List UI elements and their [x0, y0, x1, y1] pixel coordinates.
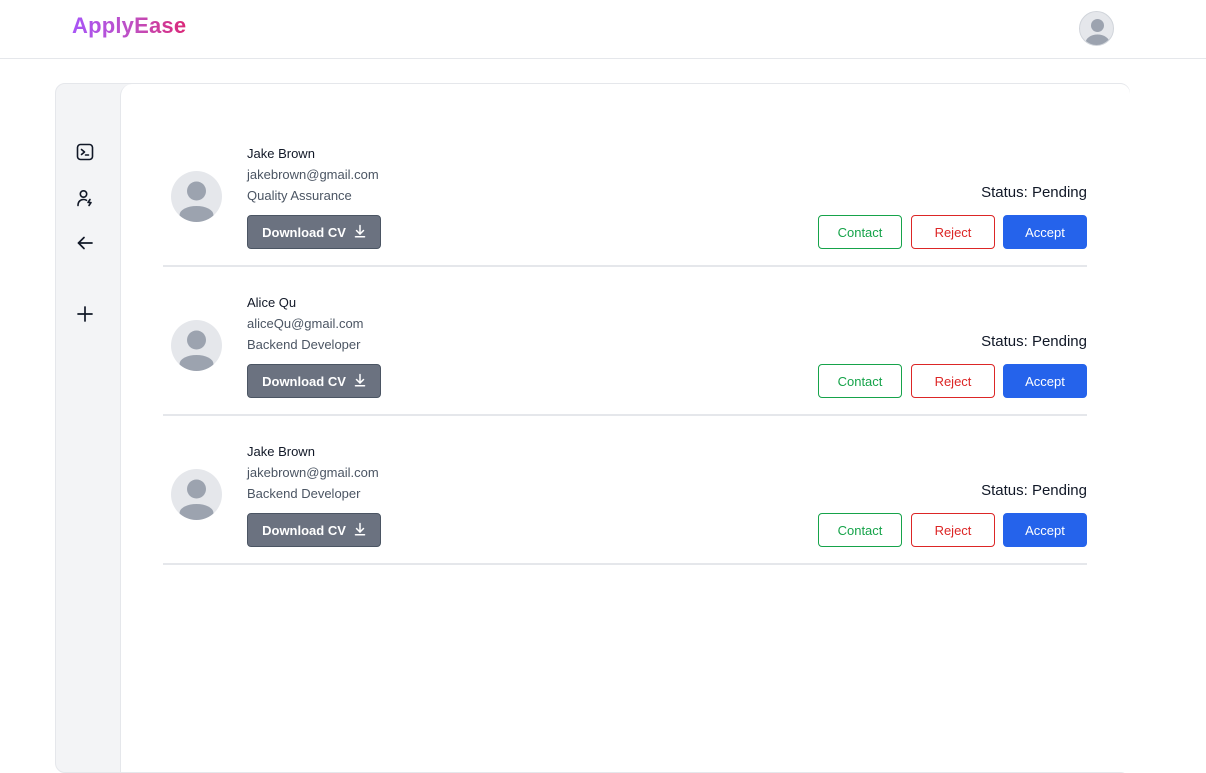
applicant-avatar-icon	[171, 469, 222, 520]
applicant-name: Alice Qu	[247, 295, 297, 310]
applicant-email: jakebrown@gmail.com	[247, 465, 379, 480]
user-bolt-icon	[76, 189, 94, 212]
contact-button[interactable]: Contact	[818, 364, 902, 398]
reject-button[interactable]: Reject	[911, 215, 995, 249]
contact-button[interactable]: Contact	[818, 513, 902, 547]
applicant-role: Backend Developer	[247, 337, 361, 352]
download-cv-label: Download CV	[262, 522, 346, 538]
accept-button[interactable]: Accept	[1003, 364, 1087, 398]
applicant-status: Status: Pending	[981, 333, 1087, 350]
applicant-row: Alice Qu aliceQu@gmail.com Backend Devel…	[163, 267, 1087, 416]
download-cv-label: Download CV	[262, 224, 346, 240]
sidebar-item-add[interactable]	[73, 304, 97, 328]
terminal-icon	[76, 143, 94, 166]
arrow-left-icon	[76, 234, 94, 257]
applicant-status: Status: Pending	[981, 184, 1087, 201]
download-icon	[354, 522, 366, 539]
applicant-role: Backend Developer	[247, 486, 361, 501]
download-cv-button[interactable]: Download CV	[247, 364, 381, 398]
applicant-name: Jake Brown	[247, 444, 315, 459]
download-icon	[354, 224, 366, 241]
applicant-name: Jake Brown	[247, 146, 315, 161]
user-avatar-icon[interactable]	[1079, 11, 1114, 46]
sidebar-item-back[interactable]	[73, 233, 97, 257]
contact-button[interactable]: Contact	[818, 215, 902, 249]
applicant-avatar-icon	[171, 320, 222, 371]
applicant-email: aliceQu@gmail.com	[247, 316, 364, 331]
applicant-status: Status: Pending	[981, 482, 1087, 499]
top-navbar: ApplyEase	[0, 0, 1206, 59]
reject-button[interactable]: Reject	[911, 364, 995, 398]
applicant-row: Jake Brown jakebrown@gmail.com Backend D…	[163, 416, 1087, 565]
download-cv-button[interactable]: Download CV	[247, 513, 381, 547]
applicant-email: jakebrown@gmail.com	[247, 167, 379, 182]
download-cv-button[interactable]: Download CV	[247, 215, 381, 249]
reject-button[interactable]: Reject	[911, 513, 995, 547]
main-shell: Jake Brown jakebrown@gmail.com Quality A…	[55, 83, 1130, 773]
plus-icon	[76, 305, 94, 328]
download-cv-label: Download CV	[262, 373, 346, 389]
download-icon	[354, 373, 366, 390]
accept-button[interactable]: Accept	[1003, 215, 1087, 249]
app-logo[interactable]: ApplyEase	[72, 13, 186, 39]
applicants-panel: Jake Brown jakebrown@gmail.com Quality A…	[120, 84, 1130, 772]
applicant-role: Quality Assurance	[247, 188, 352, 203]
sidebar-item-user-add[interactable]	[73, 188, 97, 212]
applicant-avatar-icon	[171, 171, 222, 222]
applicant-row: Jake Brown jakebrown@gmail.com Quality A…	[163, 118, 1087, 267]
sidebar-item-terminal[interactable]	[73, 142, 97, 166]
accept-button[interactable]: Accept	[1003, 513, 1087, 547]
sidebar	[56, 84, 120, 772]
